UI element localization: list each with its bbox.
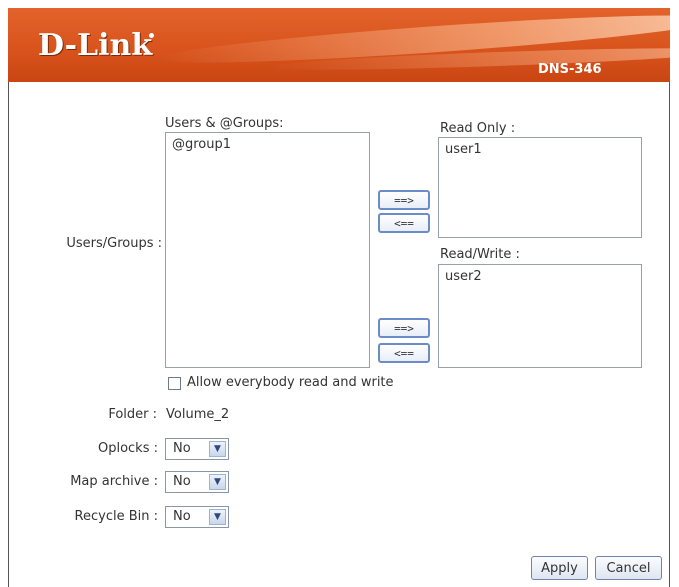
- users-groups-list-label: Users & @Groups:: [165, 116, 284, 131]
- remove-read-write-button[interactable]: <==: [378, 343, 430, 363]
- add-read-only-button[interactable]: ==>: [378, 190, 430, 210]
- folder-value: Volume_2: [166, 407, 230, 422]
- brand-logo: D-Link: [38, 28, 153, 63]
- chevron-down-icon[interactable]: ▼: [209, 509, 226, 525]
- list-item[interactable]: user2: [445, 269, 635, 285]
- oplocks-select[interactable]: No ▼: [165, 438, 229, 460]
- allow-everybody-checkbox[interactable]: [168, 377, 181, 390]
- brand-logo-dot: [149, 33, 154, 38]
- remove-read-only-button[interactable]: <==: [378, 213, 430, 233]
- cancel-button[interactable]: Cancel: [595, 556, 662, 580]
- oplocks-select-value: No: [173, 441, 191, 456]
- oplocks-label: Oplocks :: [97, 441, 158, 456]
- header-banner: D-Link DNS-346: [8, 8, 670, 82]
- users-groups-listbox[interactable]: @group1: [165, 132, 370, 368]
- recycle-bin-select-value: No: [173, 509, 191, 524]
- map-archive-select-value: No: [173, 474, 191, 489]
- add-read-write-button[interactable]: ==>: [378, 318, 430, 338]
- chevron-down-icon[interactable]: ▼: [209, 474, 226, 490]
- read-write-listbox[interactable]: user2: [438, 264, 642, 368]
- read-only-listbox[interactable]: user1: [438, 137, 642, 238]
- model-name: DNS-346: [538, 62, 602, 77]
- recycle-bin-select[interactable]: No ▼: [165, 506, 229, 528]
- allow-everybody-label: Allow everybody read and write: [187, 375, 394, 390]
- read-write-label: Read/Write :: [440, 247, 520, 262]
- recycle-bin-label: Recycle Bin :: [74, 509, 158, 524]
- list-item[interactable]: user1: [445, 142, 635, 158]
- map-archive-label: Map archive :: [70, 474, 158, 489]
- map-archive-select[interactable]: No ▼: [165, 471, 229, 493]
- list-item[interactable]: @group1: [172, 137, 363, 153]
- chevron-down-icon[interactable]: ▼: [209, 441, 226, 457]
- read-only-label: Read Only :: [440, 121, 516, 136]
- users-groups-label: Users/Groups :: [66, 236, 162, 251]
- apply-button[interactable]: Apply: [531, 556, 588, 580]
- folder-label: Folder :: [108, 407, 157, 422]
